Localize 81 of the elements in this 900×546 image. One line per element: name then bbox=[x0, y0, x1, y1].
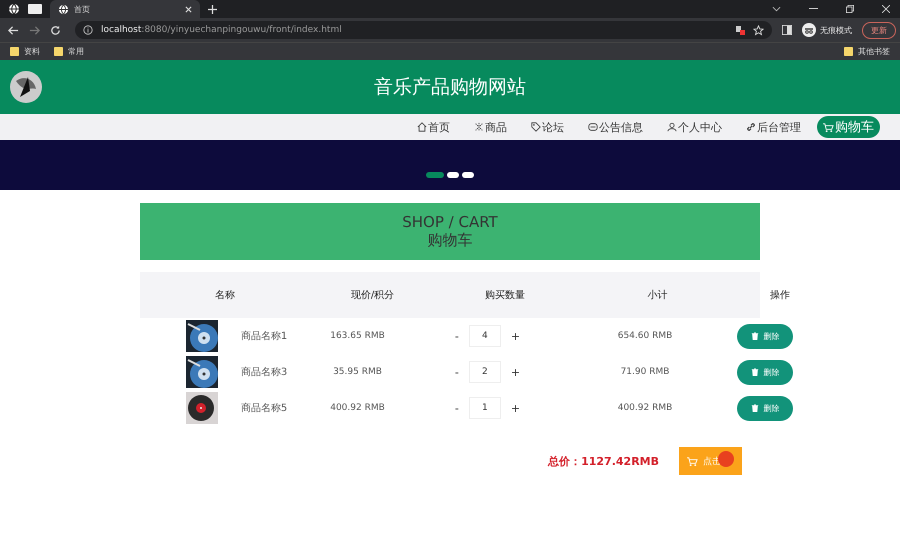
restore-icon[interactable] bbox=[846, 5, 854, 13]
quantity-field[interactable]: 4 bbox=[468, 325, 501, 347]
folder-icon bbox=[10, 47, 19, 56]
product-thumbnail bbox=[186, 320, 218, 352]
home-icon bbox=[417, 122, 427, 132]
product-thumbnail bbox=[186, 356, 218, 388]
nav-link[interactable]: 购物车 bbox=[817, 116, 880, 138]
user-icon bbox=[667, 122, 677, 132]
decrease-button[interactable]: - bbox=[454, 366, 459, 378]
delete-button[interactable]: 删除 bbox=[737, 396, 793, 420]
globe-icon bbox=[58, 4, 69, 14]
close-icon[interactable] bbox=[882, 5, 890, 13]
trash-icon bbox=[750, 332, 758, 340]
folder-icon bbox=[844, 47, 853, 56]
bookmark-folder[interactable]: 其他书签 bbox=[844, 46, 890, 57]
decrease-button[interactable]: - bbox=[454, 402, 459, 414]
increase-button[interactable]: + bbox=[510, 402, 520, 414]
product-name: 商品名称5 bbox=[240, 402, 288, 415]
carousel-indicator[interactable] bbox=[462, 172, 474, 178]
increase-button[interactable]: + bbox=[510, 330, 520, 342]
price-cell-text: 400.92 RMB bbox=[329, 403, 386, 413]
globe-icon[interactable] bbox=[8, 3, 20, 15]
nav-link[interactable]: 商品 bbox=[462, 120, 519, 134]
browser-tab[interactable]: 首页 bbox=[50, 0, 200, 18]
product-name: 商品名称1 bbox=[240, 330, 288, 343]
nav-link[interactable]: 个人中心 bbox=[655, 120, 734, 134]
total-price: 总价：1127.42RMB bbox=[548, 454, 659, 468]
nav-link[interactable]: 公告信息 bbox=[576, 120, 655, 134]
decrease-button[interactable]: - bbox=[454, 330, 459, 342]
goods-icon bbox=[474, 122, 484, 132]
column-header: 现价/积分 bbox=[350, 289, 396, 302]
update-button[interactable]: 更新 bbox=[862, 22, 896, 38]
nav-link[interactable]: 首页 bbox=[405, 120, 462, 134]
product-thumbnail bbox=[186, 392, 218, 424]
trash-icon bbox=[750, 404, 758, 412]
blocked-icon[interactable] bbox=[735, 25, 745, 35]
tab-title: 首页 bbox=[74, 4, 91, 14]
info-icon bbox=[83, 25, 93, 35]
section-title: SHOP / CART bbox=[402, 213, 498, 231]
delete-button[interactable]: 删除 bbox=[737, 360, 793, 384]
address-field[interactable]: localhost:8080/yinyuechanpingouwu/front/index.html bbox=[75, 21, 772, 39]
incognito-badge[interactable]: 无痕模式 bbox=[802, 23, 852, 37]
tag-icon bbox=[531, 122, 541, 132]
column-header: 小计 bbox=[646, 288, 668, 302]
notice-icon bbox=[588, 122, 598, 132]
nav-link[interactable]: 后台管理 bbox=[734, 120, 813, 134]
logo-icon[interactable] bbox=[10, 71, 42, 103]
side-panel-icon[interactable] bbox=[782, 25, 792, 35]
price-cell-text: 35.95 RMB bbox=[332, 367, 383, 377]
back-icon[interactable] bbox=[8, 24, 19, 36]
increase-button[interactable]: + bbox=[510, 366, 520, 378]
close-icon[interactable] bbox=[185, 6, 192, 12]
column-header: 购买数量 bbox=[484, 289, 526, 302]
nav-link[interactable]: 论坛 bbox=[519, 120, 576, 134]
quantity-field[interactable]: 1 bbox=[468, 397, 501, 419]
cart-icon bbox=[687, 456, 698, 466]
subtotal-cell-text: 71.90 RMB bbox=[620, 367, 670, 377]
chevron-down-icon[interactable] bbox=[772, 6, 781, 12]
trash-icon bbox=[750, 368, 758, 376]
section-subtitle: 购物车 bbox=[428, 231, 472, 250]
subtotal-cell-text: 654.60 RMB bbox=[616, 331, 674, 341]
product-name: 商品名称3 bbox=[240, 366, 288, 379]
reload-icon[interactable] bbox=[50, 24, 61, 36]
minimize-icon[interactable] bbox=[809, 8, 818, 10]
bookmark[interactable]: 常用 bbox=[54, 46, 84, 57]
quantity-field[interactable]: 2 bbox=[468, 361, 501, 383]
bookmark[interactable]: 资料 bbox=[10, 46, 40, 57]
link-icon bbox=[746, 122, 756, 132]
column-header: 操作 bbox=[769, 289, 791, 302]
star-icon[interactable] bbox=[753, 24, 764, 36]
cart-icon bbox=[823, 122, 834, 132]
folder-icon bbox=[54, 47, 63, 56]
subtotal-cell-text: 400.92 RMB bbox=[616, 403, 674, 413]
price-cell-text: 163.65 RMB bbox=[329, 331, 386, 341]
incognito-icon bbox=[802, 23, 816, 37]
carousel-indicator[interactable] bbox=[447, 172, 459, 178]
delete-button[interactable]: 删除 bbox=[737, 324, 793, 348]
new-tab-icon[interactable] bbox=[208, 4, 217, 14]
site-title: 音乐产品购物网站 bbox=[374, 75, 526, 100]
column-header: 名称 bbox=[214, 289, 236, 302]
forward-icon[interactable] bbox=[29, 24, 40, 36]
